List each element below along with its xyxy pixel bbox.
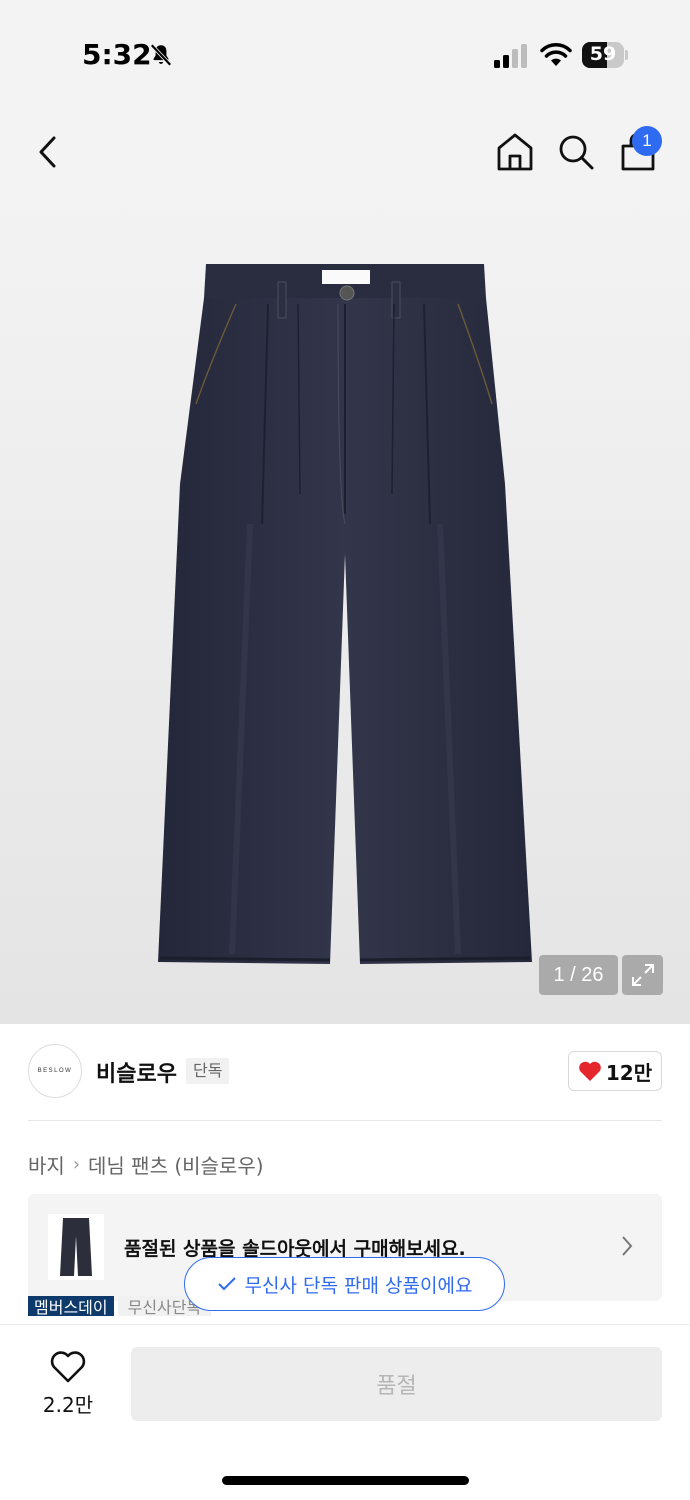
home-indicator bbox=[222, 1476, 469, 1485]
checkmark-icon bbox=[217, 1277, 236, 1291]
banner-thumbnail bbox=[48, 1214, 104, 1280]
heart-outline-icon bbox=[50, 1351, 86, 1383]
back-icon bbox=[39, 136, 56, 168]
search-icon bbox=[559, 135, 594, 170]
tag-strip: 멤버스데이 무신사단독 bbox=[28, 1296, 212, 1316]
denim-pants-image bbox=[158, 264, 532, 964]
wishlist-button[interactable]: 2.2만 bbox=[30, 1349, 106, 1419]
brand-like-button[interactable]: 12만 bbox=[568, 1051, 662, 1091]
toast-text: 무신사 단독 판매 상품이에요 bbox=[244, 1274, 473, 1297]
exclusive-tag: 단독 bbox=[186, 1058, 230, 1084]
home-icon bbox=[497, 133, 533, 171]
brand-name[interactable]: 비슬로우 bbox=[96, 1056, 177, 1088]
wishlist-count: 2.2만 bbox=[42, 1393, 94, 1417]
back-button[interactable] bbox=[28, 110, 68, 194]
top-navigation bbox=[0, 110, 690, 194]
home-button[interactable] bbox=[494, 110, 536, 194]
pants-thumbnail-image bbox=[60, 1218, 92, 1276]
members-day-tag: 멤버스데이 bbox=[28, 1296, 114, 1316]
status-bar: 5:32 59 bbox=[0, 0, 690, 110]
chevron-right-icon bbox=[622, 1236, 633, 1256]
wifi-icon bbox=[540, 43, 572, 66]
brand-like-count: 12만 bbox=[605, 1060, 653, 1085]
expand-icon bbox=[631, 964, 654, 986]
cellular-signal-icon bbox=[494, 44, 527, 68]
breadcrumb: 바지 › 데님 팬츠 (비슬로우) bbox=[28, 1150, 264, 1179]
battery-level: 59 bbox=[589, 43, 617, 65]
cart-count-badge: 1 bbox=[632, 126, 662, 156]
heart-filled-icon bbox=[579, 1061, 601, 1081]
battery-indicator: 59 bbox=[582, 42, 628, 68]
exclusive-toast: 무신사 단독 판매 상품이에요 bbox=[184, 1257, 505, 1311]
bell-off-icon bbox=[150, 43, 172, 67]
breadcrumb-level-1[interactable]: 바지 bbox=[28, 1150, 65, 1179]
brand-row: BESLOW 비슬로우 단독 12만 bbox=[0, 1024, 690, 1121]
divider bbox=[28, 1120, 662, 1121]
breadcrumb-level-2[interactable]: 데님 팬츠 (비슬로우) bbox=[88, 1150, 264, 1179]
product-image[interactable] bbox=[0, 194, 690, 1024]
expand-image-button[interactable] bbox=[622, 955, 663, 995]
search-button[interactable] bbox=[556, 110, 596, 194]
image-counter: 1 / 26 bbox=[539, 955, 618, 995]
brand-logo[interactable]: BESLOW bbox=[28, 1044, 82, 1098]
chevron-right-icon: › bbox=[72, 1154, 81, 1175]
bottom-action-bar: 2.2만 품절 bbox=[0, 1324, 690, 1500]
soldout-buy-button[interactable]: 품절 bbox=[131, 1347, 662, 1421]
status-time: 5:32 bbox=[82, 38, 152, 71]
